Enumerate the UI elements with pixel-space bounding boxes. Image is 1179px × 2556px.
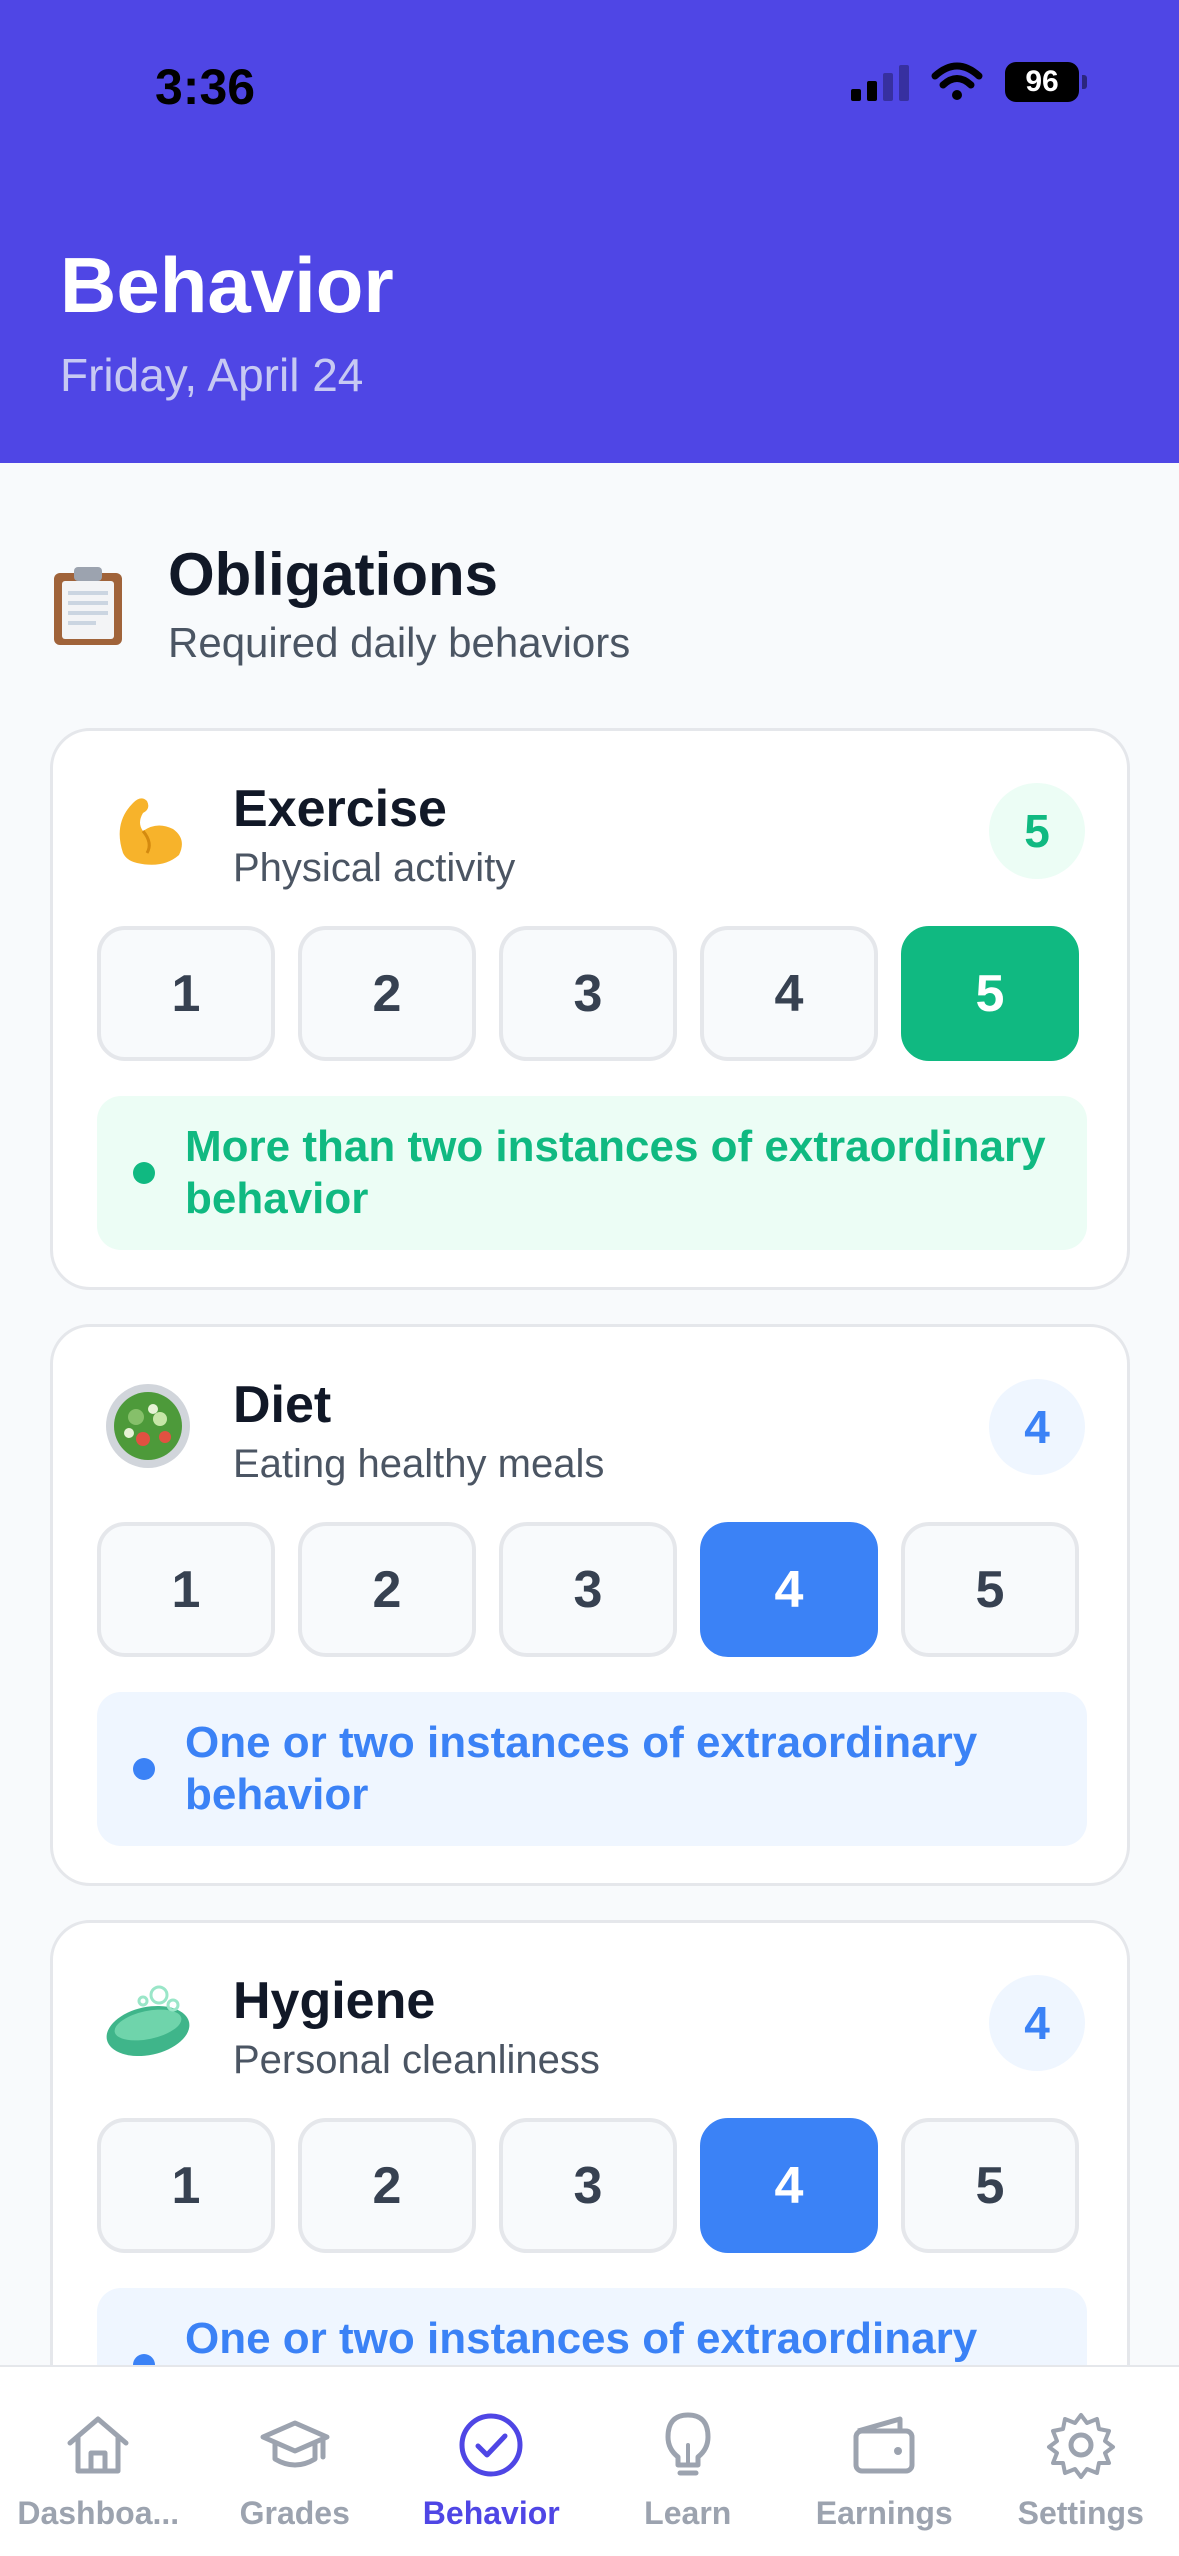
soap-icon bbox=[103, 1975, 193, 2065]
card-title: Diet bbox=[233, 1376, 332, 1434]
rating-option-5-selected[interactable]: 5 bbox=[901, 926, 1079, 1061]
wifi-icon bbox=[931, 62, 983, 100]
tab-label: Behavior bbox=[422, 2495, 560, 2531]
tab-earnings[interactable]: Earnings bbox=[786, 2367, 983, 2556]
tab-label: Settings bbox=[1017, 2495, 1144, 2531]
bullet-dot bbox=[133, 1758, 155, 1780]
tab-label: Learn bbox=[644, 2495, 732, 2531]
wallet-icon bbox=[853, 2416, 915, 2474]
score-badge: 4 bbox=[989, 1379, 1085, 1475]
tab-grades[interactable]: Grades bbox=[197, 2367, 394, 2556]
salad-icon bbox=[103, 1379, 193, 1469]
behavior-card-diet: Diet Eating healthy meals 4 1 2 3 4 5 On… bbox=[50, 1324, 1130, 1886]
battery-icon: 96 bbox=[1005, 62, 1087, 102]
tab-label: Dashboa... bbox=[17, 2495, 180, 2531]
tab-bar: Dashboa... Grades Behavior Learn Earning… bbox=[0, 2365, 1179, 2556]
status-indicators: 96 bbox=[851, 62, 1087, 102]
rating-option-5[interactable]: 5 bbox=[901, 2118, 1079, 2253]
rating-option-2[interactable]: 2 bbox=[298, 2118, 476, 2253]
rating-options: 1 2 3 4 5 bbox=[97, 2118, 1079, 2253]
card-subtitle: Eating healthy meals bbox=[233, 1442, 605, 1486]
rating-option-1[interactable]: 1 bbox=[97, 2118, 275, 2253]
rating-option-2[interactable]: 2 bbox=[298, 1522, 476, 1657]
rating-option-5[interactable]: 5 bbox=[901, 1522, 1079, 1657]
description-text: One or two instances of extraordinary be… bbox=[185, 1718, 978, 1819]
card-subtitle: Personal cleanliness bbox=[233, 2038, 600, 2082]
rating-option-1[interactable]: 1 bbox=[97, 926, 275, 1061]
tab-label: Earnings bbox=[815, 2495, 953, 2531]
rating-option-4-selected[interactable]: 4 bbox=[700, 1522, 878, 1657]
rating-option-3[interactable]: 3 bbox=[499, 926, 677, 1061]
flexed-biceps-icon bbox=[103, 783, 193, 873]
description-text: More than two instances of extraordinary… bbox=[185, 1122, 1046, 1223]
card-title: Hygiene bbox=[233, 1972, 436, 2030]
tab-behavior[interactable]: Behavior bbox=[393, 2367, 590, 2556]
tab-learn[interactable]: Learn bbox=[590, 2367, 787, 2556]
score-badge: 5 bbox=[989, 783, 1085, 879]
header: 3:36 96 Behavior Friday, April 24 bbox=[0, 0, 1179, 463]
card-title: Exercise bbox=[233, 780, 447, 838]
score-badge: 4 bbox=[989, 1975, 1085, 2071]
rating-description: One or two instances of extraordinary be… bbox=[97, 1692, 1087, 1846]
tab-dashboard[interactable]: Dashboa... bbox=[0, 2367, 197, 2556]
tab-label: Grades bbox=[239, 2495, 350, 2531]
status-time: 3:36 bbox=[155, 59, 256, 115]
bullet-dot bbox=[133, 1162, 155, 1184]
rating-option-4[interactable]: 4 bbox=[700, 926, 878, 1061]
rating-option-3[interactable]: 3 bbox=[499, 1522, 677, 1657]
rating-option-3[interactable]: 3 bbox=[499, 2118, 677, 2253]
tab-settings[interactable]: Settings bbox=[983, 2367, 1179, 2556]
section-subtitle: Required daily behaviors bbox=[168, 619, 631, 666]
lightbulb-icon bbox=[665, 2412, 711, 2476]
rating-option-4-selected[interactable]: 4 bbox=[700, 2118, 878, 2253]
rating-option-2[interactable]: 2 bbox=[298, 926, 476, 1061]
page-title: Behavior bbox=[60, 241, 394, 329]
graduation-cap-icon bbox=[260, 2420, 330, 2468]
house-icon bbox=[67, 2416, 129, 2474]
clipboard-icon bbox=[52, 565, 124, 645]
check-circle-icon bbox=[459, 2413, 523, 2477]
section-title: Obligations bbox=[168, 541, 498, 608]
card-subtitle: Physical activity bbox=[233, 846, 516, 890]
gear-icon bbox=[1046, 2413, 1115, 2479]
cellular-signal-icon bbox=[851, 63, 909, 101]
rating-options: 1 2 3 4 5 bbox=[97, 1522, 1079, 1657]
rating-options: 1 2 3 4 5 bbox=[97, 926, 1079, 1061]
rating-option-1[interactable]: 1 bbox=[97, 1522, 275, 1657]
page-date: Friday, April 24 bbox=[60, 349, 364, 401]
rating-description: More than two instances of extraordinary… bbox=[97, 1096, 1087, 1250]
obligations-section-header: Obligations Required daily behaviors bbox=[52, 540, 630, 667]
behavior-card-exercise: Exercise Physical activity 5 1 2 3 4 5 M… bbox=[50, 728, 1130, 1290]
